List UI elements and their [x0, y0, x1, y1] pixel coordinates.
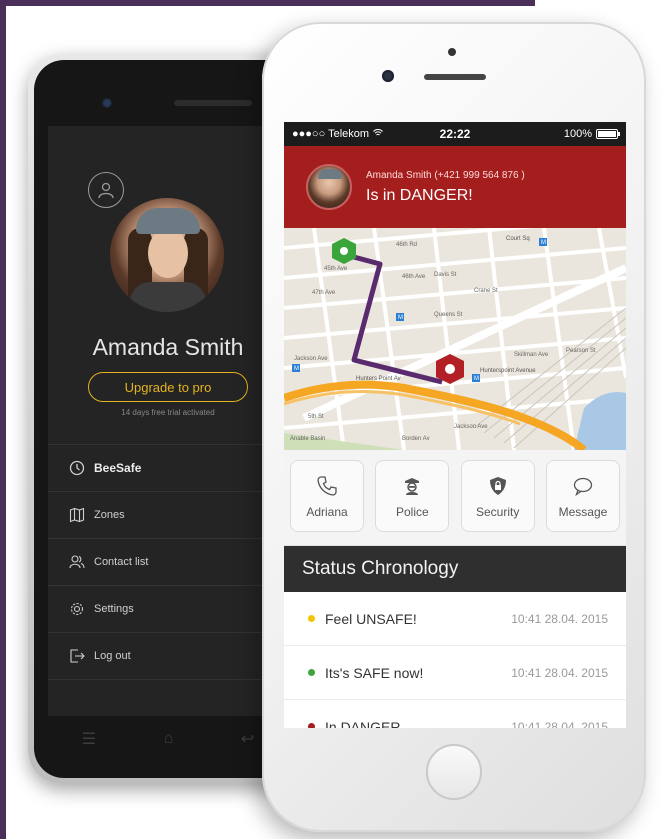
home-icon[interactable]: ⌂ [164, 730, 174, 748]
user-name: Amanda Smith [92, 334, 244, 360]
status-chronology-title: Status Chronology [284, 546, 626, 592]
alert-text: Amanda Smith (+421 999 564 876 ) Is in D… [366, 170, 525, 205]
back-icon[interactable]: ↩ [241, 729, 254, 749]
message-button[interactable]: Message [545, 460, 620, 532]
status-label: In DANGER [325, 718, 401, 729]
svg-text:M: M [541, 240, 546, 246]
carrier-label: ●●●○○ Telekom [292, 128, 370, 140]
status-time: 10:41 28.04. 2015 [511, 665, 608, 680]
map-label: Anable Basin [290, 436, 326, 442]
chat-bubble-icon [570, 473, 596, 499]
phone-icon [314, 473, 340, 499]
timer-icon [68, 459, 86, 477]
svg-text:M: M [398, 315, 403, 321]
list-item[interactable]: In DANGER 10:41 28.04. 2015 [284, 700, 626, 728]
avatar [110, 198, 224, 312]
map-icon [68, 506, 86, 524]
police-button[interactable]: Police [375, 460, 450, 532]
battery-status: 100% [563, 128, 620, 140]
alert-message: Is in DANGER! [366, 186, 473, 204]
status-label: Its's SAFE now! [325, 664, 424, 681]
sidebar-item-log-out[interactable]: Log out [48, 632, 288, 679]
menu-icon[interactable]: ☰ [82, 729, 96, 749]
iphone-camera [448, 48, 456, 56]
call-adriana-button[interactable]: Adriana [290, 460, 364, 532]
carrier: ●●●○○ Telekom [292, 128, 383, 140]
sidebar-item-contact-list[interactable]: Contact list [48, 538, 288, 585]
map-label: Hunterspoint Avenue [480, 368, 536, 374]
iphone-front-camera [382, 70, 394, 82]
iphone-screen: ●●●○○ Telekom 22:22 100% Amanda Smith (+… [284, 122, 626, 728]
trial-text: 14 days free trial activated [121, 408, 215, 417]
home-button[interactable] [426, 744, 482, 800]
map-label: Crane St [474, 288, 498, 294]
sidebar-item-zones[interactable]: Zones [48, 491, 288, 538]
action-label: Message [558, 505, 608, 519]
police-icon [399, 473, 425, 499]
sidebar-item-label: BeeSafe [94, 461, 142, 475]
status-chronology-list: Feel UNSAFE! 10:41 28.04. 2015 Its's SAF… [284, 592, 626, 728]
gear-icon [68, 600, 86, 618]
android-sidebar-menu: Amanda Smith Upgrade to pro 14 days free… [48, 126, 288, 716]
profile-button[interactable] [88, 172, 124, 208]
action-label: Adriana [306, 505, 348, 519]
status-time: 10:41 28.04. 2015 [511, 611, 608, 626]
battery-percent: 100% [563, 128, 592, 140]
shield-icon [485, 473, 511, 499]
sidebar-item-settings[interactable]: Settings [48, 585, 288, 632]
map-label: Jackson Ave [454, 424, 488, 430]
sidebar-item-label: Settings [94, 603, 134, 615]
frame-top [0, 0, 535, 6]
list-item[interactable]: Its's SAFE now! 10:41 28.04. 2015 [284, 646, 626, 700]
battery-icon [596, 129, 620, 139]
map-label: Court Sq [506, 236, 530, 242]
caller-info: Amanda Smith (+421 999 564 876 ) [366, 169, 525, 181]
action-label: Police [395, 505, 429, 519]
list-item[interactable]: Feel UNSAFE! 10:41 28.04. 2015 [284, 592, 626, 646]
map-graphic: M M M M [284, 228, 626, 450]
svg-text:M: M [294, 366, 299, 372]
sidebar-item-label: Contact list [94, 556, 149, 568]
map-label: Borden Av [402, 436, 430, 442]
menu-divider [48, 679, 288, 716]
map-label: 45th Ave [324, 266, 348, 272]
android-nav-bar: ☰ ⌂ ↩ [48, 716, 288, 762]
avatar [306, 164, 352, 210]
status-label: Feel UNSAFE! [325, 610, 417, 627]
upgrade-button[interactable]: Upgrade to pro [88, 372, 248, 402]
map-label: Jackson Ave [294, 356, 328, 362]
status-time: 10:41 28.04. 2015 [511, 719, 608, 729]
map-label: Skillman Ave [514, 352, 549, 358]
sidebar-item-beesafe[interactable]: BeeSafe [48, 444, 288, 491]
user-icon [98, 182, 114, 199]
frame-left [0, 0, 6, 839]
map-label: Davis St [434, 272, 457, 278]
action-bar: Adriana Police Security Message [284, 450, 626, 546]
sidebar-item-label: Log out [94, 650, 131, 662]
wifi-icon [373, 128, 383, 140]
sidebar-item-label: Zones [94, 509, 125, 521]
android-camera [102, 98, 112, 108]
status-dot [308, 723, 315, 728]
status-dot [308, 669, 315, 676]
logout-icon [68, 647, 86, 665]
map-label: 47th Ave [312, 290, 336, 296]
security-button[interactable]: Security [460, 460, 535, 532]
android-speaker [174, 100, 252, 106]
status-dot [308, 615, 315, 622]
iphone-speaker [424, 74, 486, 80]
contacts-icon [68, 553, 86, 571]
map-label: 46th Rd [396, 242, 418, 248]
map-label: Hunters Point Av [356, 376, 401, 382]
map-label: Pearson St [566, 348, 596, 354]
danger-alert[interactable]: Amanda Smith (+421 999 564 876 ) Is in D… [284, 146, 626, 228]
sidebar-menu: BeeSafe Zones Contact list Settings Log … [48, 444, 288, 716]
status-bar: ●●●○○ Telekom 22:22 100% [284, 122, 626, 146]
svg-text:M: M [474, 376, 479, 382]
action-label: Security [475, 505, 520, 519]
map-label: 5th St [308, 414, 324, 420]
map-view[interactable]: M M M M 46th Rd 45th Ave 46th Ave 47th A… [284, 228, 626, 450]
map-label: Queens St [434, 312, 463, 318]
map-label: 46th Ave [402, 274, 426, 280]
